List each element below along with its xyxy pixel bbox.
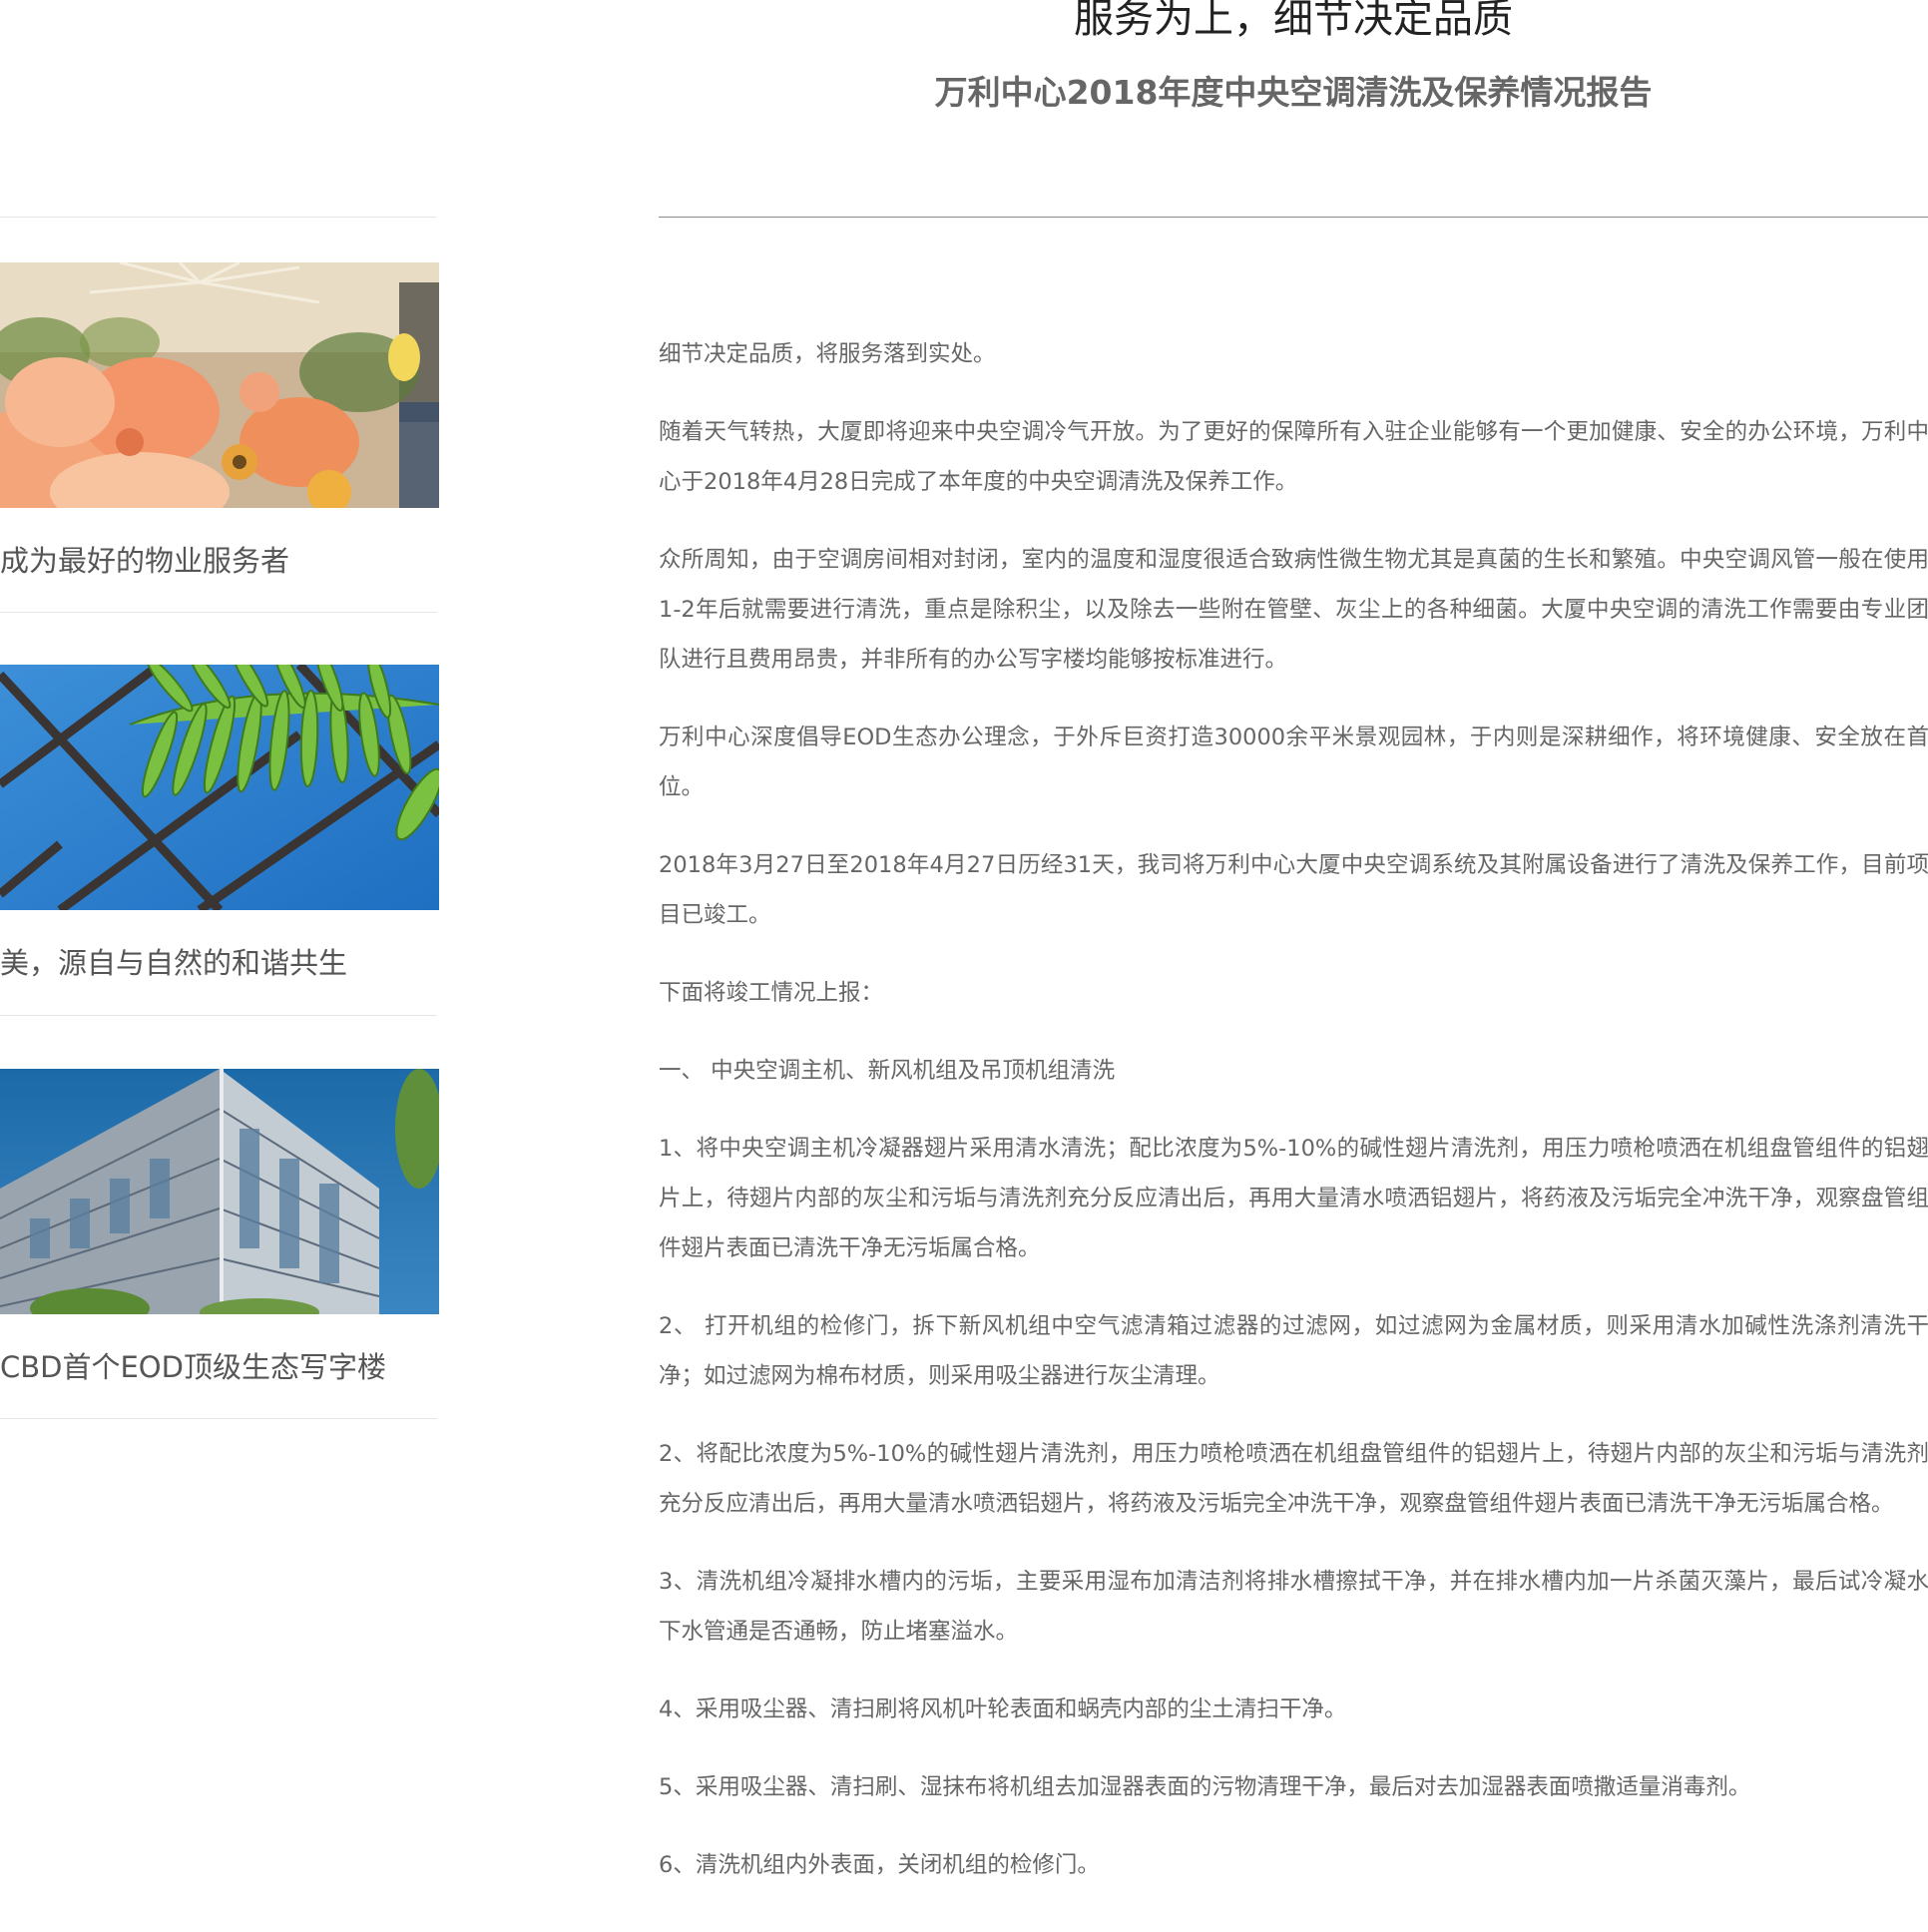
page-title: 服务为上，细节决定品质 xyxy=(1074,0,1513,42)
sidebar-caption[interactable]: 成为最好的物业服务者 xyxy=(0,541,439,581)
article-paragraph: 细节决定品质，将服务落到实处。 xyxy=(659,341,996,367)
article-paragraph: 4、采用吸尘器、清扫刷将风机叶轮表面和蜗壳内部的尘土清扫干净。 xyxy=(659,1696,1347,1722)
article-paragraph: 1、将中央空调主机冷凝器翅片采用清水清洗；配比浓度为5%-10%的碱性翅片清洗剂… xyxy=(659,1136,1928,1261)
article-paragraph: 下面将竣工情况上报： xyxy=(659,980,884,1006)
article-paragraph: 一、 中央空调主机、新风机组及吊顶机组清洗 xyxy=(659,1058,1116,1084)
sidebar-image-building[interactable] xyxy=(0,1069,439,1314)
sidebar-divider xyxy=(0,217,437,218)
sidebar-image-flowers[interactable] xyxy=(0,262,439,508)
sidebar-divider xyxy=(0,1418,437,1419)
article-paragraph: 众所周知，由于空调房间相对封闭，室内的温度和湿度很适合致病性微生物尤其是真菌的生… xyxy=(659,547,1928,673)
sidebar-caption[interactable]: CBD首个EOD顶级生态写字楼 xyxy=(0,1347,439,1387)
article-paragraph: 随着天气转热，大厦即将迎来中央空调冷气开放。为了更好的保障所有入驻企业能够有一个… xyxy=(659,419,1928,495)
article-paragraph: 2、将配比浓度为5%-10%的碱性翅片清洗剂，用压力喷枪喷洒在机组盘管组件的铝翅… xyxy=(659,1441,1928,1517)
article-paragraph: 6、清洗机组内外表面，关闭机组的检修门。 xyxy=(659,1852,1100,1878)
article-paragraph: 3、清洗机组冷凝排水槽内的污垢，主要采用湿布加清洁剂将排水槽擦拭干净，并在排水槽… xyxy=(659,1569,1928,1645)
sidebar-image-leaves[interactable] xyxy=(0,665,439,910)
article-body: 细节决定品质，将服务落到实处。 随着天气转热，大厦即将迎来中央空调冷气开放。为了… xyxy=(659,329,1928,1918)
sidebar-divider xyxy=(0,612,437,613)
article-paragraph: 5、采用吸尘器、清扫刷、湿抹布将机组去加湿器表面的污物清理干净，最后对去加湿器表… xyxy=(659,1774,1751,1800)
article-paragraph: 2、 打开机组的检修门，拆下新风机组中空气滤清箱过滤器的过滤网，如过滤网为金属材… xyxy=(659,1313,1928,1389)
article-paragraph: 2018年3月27日至2018年4月27日历经31天，我司将万利中心大厦中央空调… xyxy=(659,852,1928,928)
sidebar-caption[interactable]: 美，源自与自然的和谐共生 xyxy=(0,943,439,983)
page-subtitle: 万利中心2018年度中央空调清洗及保养情况报告 xyxy=(934,73,1653,112)
sidebar-divider xyxy=(0,1015,437,1016)
title-divider xyxy=(659,217,1928,218)
article-paragraph: 万利中心深度倡导EOD生态办公理念，于外斥巨资打造30000余平米景观园林，于内… xyxy=(659,724,1928,800)
